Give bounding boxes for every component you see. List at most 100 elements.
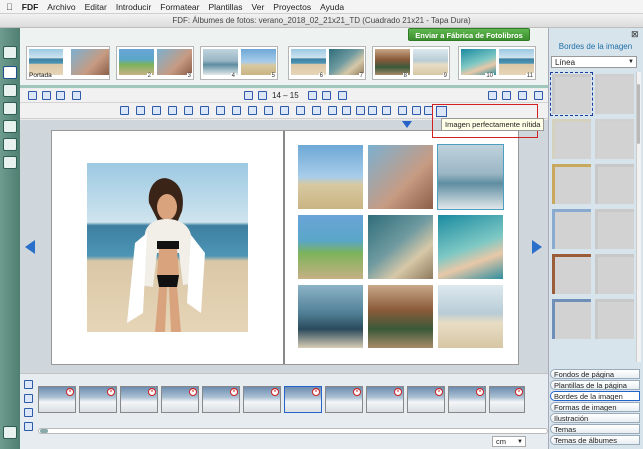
menu-ver[interactable]: Ver: [252, 2, 265, 12]
add-photos-icon[interactable]: [24, 380, 33, 389]
menu-formatear[interactable]: Formatear: [160, 2, 199, 12]
remove-icon[interactable]: ×: [107, 388, 115, 396]
tray-photo[interactable]: ×: [120, 386, 158, 413]
page-thumb-6-7[interactable]: 6 7: [288, 46, 366, 80]
align-top-icon[interactable]: [168, 106, 177, 115]
remove-icon[interactable]: ×: [312, 388, 320, 396]
tray-photo[interactable]: ×: [79, 386, 117, 413]
fit-width-icon[interactable]: [518, 91, 527, 100]
page-icon[interactable]: [3, 102, 17, 115]
photo-rock-climbing[interactable]: [368, 215, 433, 279]
photo-shoreline[interactable]: [298, 215, 363, 279]
border-swatch[interactable]: [550, 72, 593, 116]
menu-archivo[interactable]: Archivo: [47, 2, 75, 12]
border-swatch[interactable]: [552, 254, 591, 294]
prev-page-icon[interactable]: [258, 91, 267, 100]
image-fit-icon[interactable]: [398, 106, 407, 115]
align-left-icon[interactable]: [120, 106, 129, 115]
menu-proyectos[interactable]: Proyectos: [273, 2, 311, 12]
remove-photos-icon[interactable]: [24, 422, 33, 431]
border-swatch[interactable]: [552, 164, 591, 204]
zoom-image-in-icon[interactable]: [312, 106, 321, 115]
tray-photo[interactable]: ×: [38, 386, 76, 413]
menu-app[interactable]: FDF: [22, 2, 39, 12]
photo-holding-hands[interactable]: [438, 215, 503, 279]
remove-icon[interactable]: ×: [353, 388, 361, 396]
next-page-icon[interactable]: [308, 91, 317, 100]
page-thumb-2-3[interactable]: 2 3: [116, 46, 194, 80]
category-bordes[interactable]: Bordes de la imagen: [550, 391, 640, 401]
category-plantillas[interactable]: Plantillas de la página: [550, 380, 640, 390]
photo-surfboards[interactable]: [298, 285, 363, 348]
photo-icon[interactable]: [3, 138, 17, 151]
first-page-icon[interactable]: [244, 91, 253, 100]
next-spread-icon[interactable]: [532, 240, 542, 254]
remove-icon[interactable]: ×: [148, 388, 156, 396]
color-icon[interactable]: [412, 106, 421, 115]
tray-photo[interactable]: ×: [161, 386, 199, 413]
fit-page-icon[interactable]: [534, 91, 543, 100]
zoom-in-icon[interactable]: [488, 91, 497, 100]
photo-woman-beach[interactable]: [87, 163, 248, 332]
flip-icon[interactable]: [280, 106, 289, 115]
zoom-image-out-icon[interactable]: [328, 106, 337, 115]
close-icon[interactable]: ⊠: [631, 29, 639, 40]
layout-icon[interactable]: [3, 84, 17, 97]
photo-couple[interactable]: [368, 145, 433, 209]
category-fondos[interactable]: Fondos de página: [550, 369, 640, 379]
remove-icon[interactable]: ×: [271, 388, 279, 396]
apple-menu-icon[interactable]: : [6, 2, 13, 12]
remove-icon[interactable]: ×: [189, 388, 197, 396]
copy-icon[interactable]: [3, 426, 17, 439]
pages-view-icon[interactable]: [3, 66, 17, 79]
page-thumb-cover[interactable]: Portada: [26, 46, 110, 80]
tray-photo[interactable]: ×: [489, 386, 525, 413]
tray-scroll-thumb[interactable]: [40, 429, 48, 433]
rotate-right-icon[interactable]: [264, 106, 273, 115]
unit-select[interactable]: cm ▼: [492, 436, 526, 447]
menu-plantillas[interactable]: Plantillas: [209, 2, 243, 12]
sort-icon[interactable]: [24, 394, 33, 403]
image-fill-icon[interactable]: [382, 106, 391, 115]
document-icon[interactable]: [3, 156, 17, 169]
remove-icon[interactable]: ×: [66, 388, 74, 396]
filter-icon[interactable]: [24, 408, 33, 417]
photo-beach-market[interactable]: [368, 285, 433, 348]
align-center-icon[interactable]: [136, 106, 145, 115]
remove-icon[interactable]: ×: [515, 388, 523, 396]
align-middle-icon[interactable]: [184, 106, 193, 115]
panel-scroll-thumb[interactable]: [637, 84, 640, 144]
rotate-left-icon[interactable]: [248, 106, 257, 115]
border-swatch[interactable]: [552, 209, 591, 249]
border-swatch[interactable]: [595, 254, 634, 294]
tray-scrollbar[interactable]: [38, 428, 548, 434]
image-icon[interactable]: [368, 106, 377, 115]
category-temas-albumes[interactable]: Temas de álbumes: [550, 435, 640, 445]
tray-photo[interactable]: ×: [407, 386, 445, 413]
photo-surfers-selected[interactable]: [437, 144, 504, 210]
move-icon[interactable]: [42, 91, 51, 100]
page-thumb-10-11[interactable]: 10 11: [458, 46, 536, 80]
border-swatch[interactable]: [595, 164, 634, 204]
bring-front-icon[interactable]: [216, 106, 225, 115]
remove-icon[interactable]: ×: [394, 388, 402, 396]
crop-icon[interactable]: [296, 106, 305, 115]
zoom-out-icon[interactable]: [502, 91, 511, 100]
tag-icon[interactable]: [3, 120, 17, 133]
border-style-select[interactable]: Línea ▼: [551, 56, 637, 68]
tray-photo[interactable]: ×: [284, 386, 322, 413]
border-swatch[interactable]: [595, 119, 634, 159]
home-icon[interactable]: [3, 46, 17, 59]
tray-photo[interactable]: ×: [366, 386, 404, 413]
photo-palm-trees[interactable]: [298, 145, 363, 209]
align-bottom-icon[interactable]: [200, 106, 209, 115]
tray-photo[interactable]: ×: [243, 386, 281, 413]
border-swatch[interactable]: [595, 209, 634, 249]
delete-icon[interactable]: [342, 106, 351, 115]
border-swatch[interactable]: [595, 74, 634, 114]
category-temas[interactable]: Temas: [550, 424, 640, 434]
tray-photo[interactable]: ×: [325, 386, 363, 413]
previous-spread-icon[interactable]: [25, 240, 35, 254]
menu-introducir[interactable]: Introducir: [116, 2, 151, 12]
shadow-icon[interactable]: [356, 106, 365, 115]
